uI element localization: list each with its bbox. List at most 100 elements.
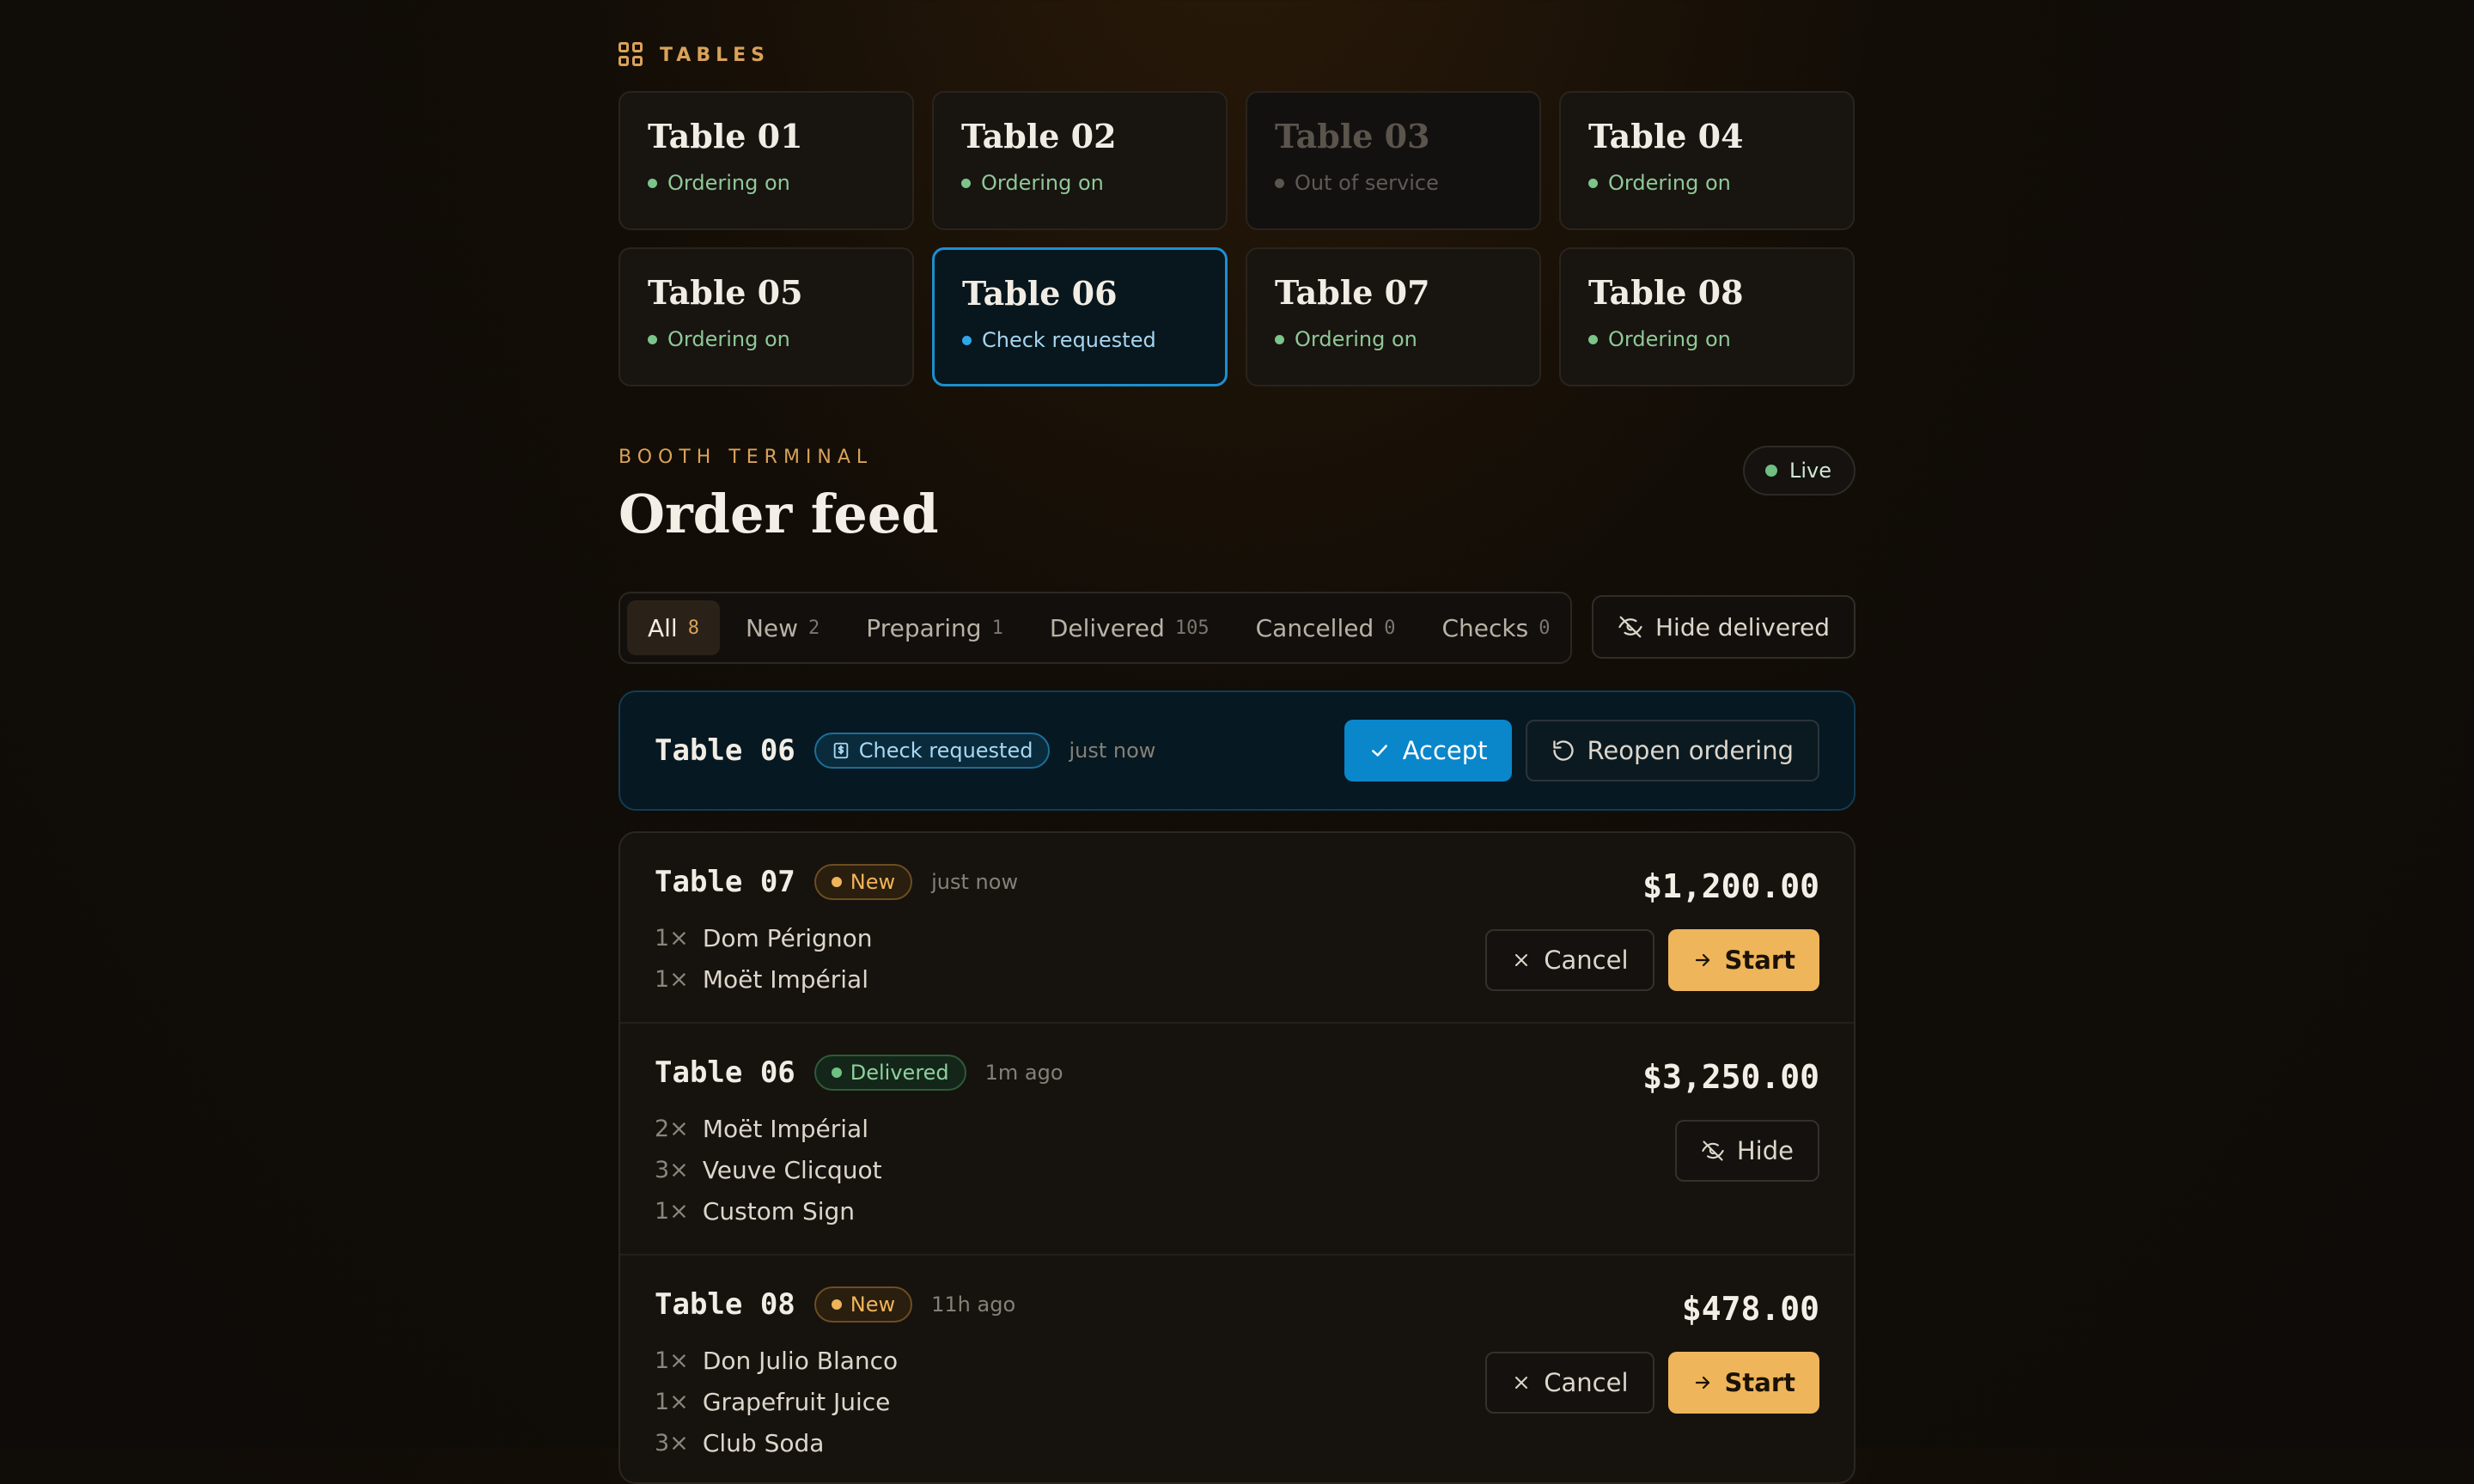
- badge-label: New: [850, 1292, 896, 1317]
- tab-label: Cancelled: [1255, 613, 1374, 642]
- status-dot: [648, 334, 657, 344]
- close-icon: [1515, 954, 1528, 966]
- tables-header: TABLES: [618, 41, 770, 69]
- order-table-name: Table 06: [655, 1055, 795, 1090]
- list-item: 1× Custom Sign: [655, 1190, 1819, 1232]
- item-name: Veuve Clicquot: [702, 1155, 882, 1184]
- order-total: $1,200.00: [1642, 867, 1819, 905]
- cancel-label: Cancel: [1544, 946, 1629, 975]
- live-indicator: Live: [1742, 446, 1855, 496]
- item-qty: 1×: [655, 1347, 689, 1374]
- accept-button[interactable]: Accept: [1344, 720, 1512, 782]
- table-card-02[interactable]: Table 02 Ordering on: [932, 91, 1228, 230]
- tab-count: 105: [1174, 617, 1210, 639]
- tab-label: All: [648, 613, 678, 642]
- order-card: Table 08 New 11h ago $478.00 1× Don Julio…: [620, 1256, 1854, 1482]
- tables-grid: Table 01 Ordering on Table 02 Ordering o…: [618, 91, 1855, 386]
- table-name: Table 05: [648, 273, 803, 312]
- start-button[interactable]: Start: [1667, 1352, 1819, 1414]
- rotate-ccw-icon: [1552, 740, 1574, 761]
- tab-delivered[interactable]: Delivered 105: [1029, 600, 1230, 655]
- table-card-03[interactable]: Table 03 Out of service: [1246, 91, 1541, 230]
- tab-count: 1: [991, 617, 1003, 639]
- list-item: 3× Veuve Clicquot: [655, 1149, 1819, 1190]
- tab-count: 0: [1539, 617, 1551, 639]
- item-name: Grapefruit Juice: [702, 1387, 891, 1416]
- table-status: Ordering on: [1588, 327, 1825, 351]
- start-label: Start: [1724, 946, 1795, 975]
- item-name: Club Soda: [702, 1428, 825, 1457]
- cancel-button[interactable]: Cancel: [1485, 929, 1654, 991]
- order-actions: Cancel Start: [1485, 1352, 1819, 1414]
- tab-all[interactable]: All 8: [627, 600, 720, 655]
- accept-label: Accept: [1402, 736, 1488, 765]
- table-status-label: Out of service: [1295, 171, 1439, 195]
- badge-label: Delivered: [850, 1061, 949, 1085]
- table-name: Table 01: [648, 117, 803, 155]
- table-card-07[interactable]: Table 07 Ordering on: [1246, 247, 1541, 386]
- order-actions: Cancel Start: [1485, 929, 1819, 991]
- order-card: Table 07 New just now $1,200.00 1× Dom Pé…: [620, 833, 1854, 1024]
- filter-tabs: All 8 New 2 Preparing 1 Delivered 105 Cancel…: [618, 592, 1572, 664]
- item-name: Dom Pérignon: [702, 923, 873, 952]
- order-table-name: Table 07: [655, 865, 795, 899]
- item-qty: 1×: [655, 1388, 689, 1415]
- tab-label: Preparing: [866, 613, 982, 642]
- status-dot: [648, 178, 657, 188]
- cancel-label: Cancel: [1544, 1368, 1629, 1397]
- start-button[interactable]: Start: [1667, 929, 1819, 991]
- tab-preparing[interactable]: Preparing 1: [845, 600, 1024, 655]
- table-status: Check requested: [962, 328, 1197, 352]
- tab-cancelled[interactable]: Cancelled 0: [1235, 600, 1417, 655]
- arrow-right-icon: [1695, 1376, 1709, 1390]
- tab-count: 8: [687, 617, 699, 639]
- item-qty: 1×: [655, 965, 689, 993]
- timestamp: 1m ago: [984, 1061, 1063, 1085]
- status-dot: [1588, 178, 1598, 188]
- item-name: Don Julio Blanco: [702, 1346, 899, 1375]
- tab-count: 2: [808, 617, 820, 639]
- table-card-06[interactable]: Table 06 Check requested: [932, 247, 1228, 386]
- live-dot: [1764, 465, 1777, 477]
- check-icon: [1371, 745, 1387, 757]
- reopen-label: Reopen ordering: [1587, 736, 1794, 765]
- status-dot: [1275, 178, 1284, 188]
- table-card-01[interactable]: Table 01 Ordering on: [618, 91, 914, 230]
- order-table-name: Table 08: [655, 1287, 795, 1322]
- section-eyebrow: BOOTH TERMINAL: [618, 447, 874, 468]
- status-dot: [1588, 334, 1598, 344]
- table-card-08[interactable]: Table 08 Ordering on: [1559, 247, 1855, 386]
- order-table-name: Table 06: [655, 733, 795, 768]
- tab-new[interactable]: New 2: [725, 600, 840, 655]
- item-name: Moët Impérial: [702, 964, 868, 994]
- hide-button[interactable]: Hide: [1674, 1120, 1819, 1182]
- status-badge: New: [813, 1286, 913, 1323]
- tab-checks[interactable]: Checks 0: [1422, 600, 1571, 655]
- table-status: Ordering on: [648, 327, 885, 351]
- table-status: Ordering on: [1588, 171, 1825, 195]
- receipt-icon: [833, 742, 849, 759]
- table-status-label: Ordering on: [1608, 327, 1731, 351]
- tables-label: TABLES: [660, 44, 770, 66]
- tab-count: 0: [1384, 617, 1396, 639]
- table-card-05[interactable]: Table 05 Ordering on: [618, 247, 914, 386]
- item-qty: 1×: [655, 1197, 689, 1225]
- table-status-label: Ordering on: [667, 171, 790, 195]
- hide-label: Hide: [1736, 1136, 1794, 1165]
- eye-off-icon: [1702, 1140, 1724, 1161]
- badge-label: New: [850, 870, 896, 894]
- start-label: Start: [1724, 1368, 1795, 1397]
- status-badge: Delivered: [813, 1055, 966, 1091]
- timestamp: just now: [931, 870, 1019, 894]
- table-card-04[interactable]: Table 04 Ordering on: [1559, 91, 1855, 230]
- order-total: $478.00: [1681, 1290, 1819, 1328]
- reopen-ordering-button[interactable]: Reopen ordering: [1525, 720, 1819, 782]
- list-item: 3× Club Soda: [655, 1422, 1819, 1463]
- tab-label: Delivered: [1049, 613, 1165, 642]
- status-dot: [831, 1299, 842, 1310]
- cancel-button[interactable]: Cancel: [1485, 1352, 1654, 1414]
- hide-delivered-button[interactable]: Hide delivered: [1592, 595, 1855, 659]
- order-actions: Hide: [1674, 1120, 1819, 1182]
- status-dot: [1275, 334, 1284, 344]
- table-name: Table 06: [962, 274, 1118, 313]
